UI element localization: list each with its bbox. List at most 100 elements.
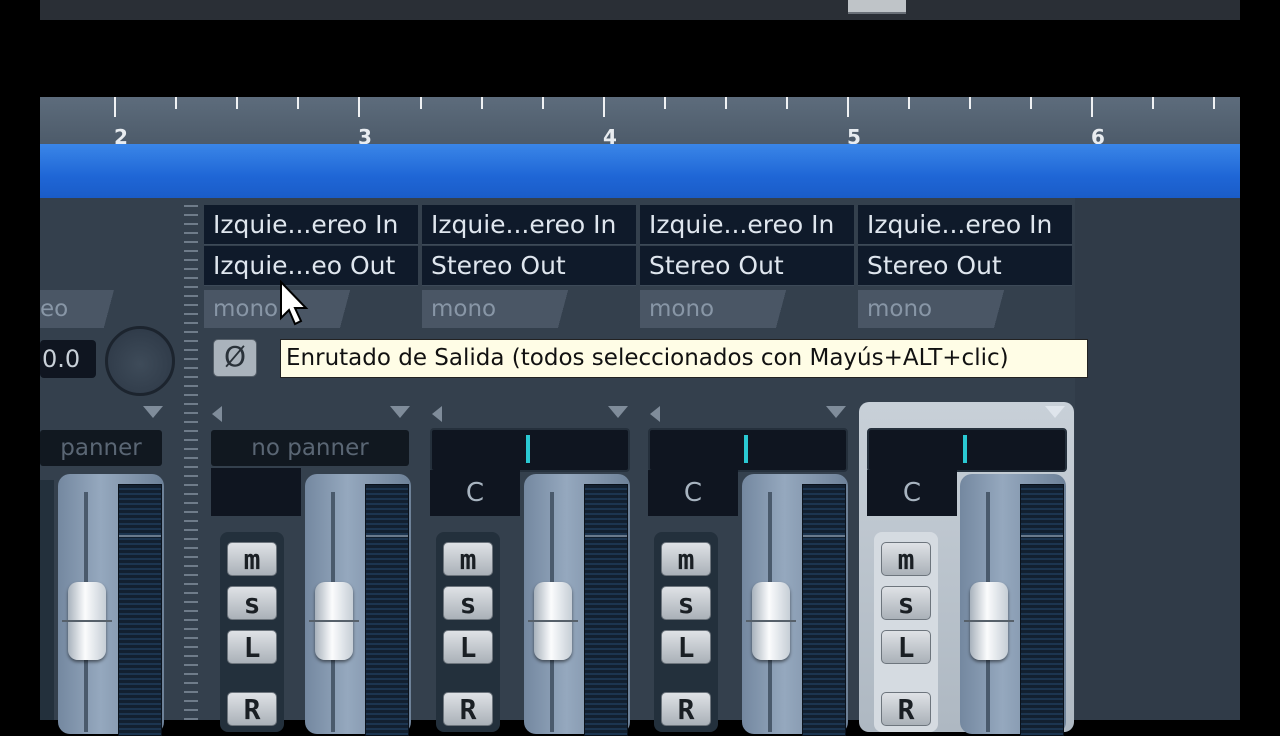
ruler-tick xyxy=(786,97,788,109)
fader-knob[interactable] xyxy=(746,582,796,660)
value-display[interactable]: 0.0 xyxy=(40,340,96,378)
level-meter xyxy=(584,484,628,736)
read-button[interactable]: R xyxy=(443,692,493,726)
panner-label: panner xyxy=(40,430,162,466)
pan-cursor xyxy=(526,435,530,463)
volume-fader[interactable] xyxy=(305,474,411,736)
dropdown-arrow-icon[interactable] xyxy=(608,406,628,418)
solo-button[interactable]: s xyxy=(227,586,277,620)
mono-label: mono xyxy=(422,290,590,328)
read-button[interactable]: R xyxy=(227,692,277,726)
listen-button[interactable]: L xyxy=(881,630,931,664)
level-meter xyxy=(118,484,162,736)
phase-invert-button[interactable]: Ø xyxy=(213,339,257,377)
fader-knob[interactable] xyxy=(964,582,1014,660)
timeline-ruler[interactable]: 2 3 4 5 6 xyxy=(40,97,1240,144)
pan-knob[interactable] xyxy=(105,326,175,396)
mute-button[interactable]: m xyxy=(227,542,277,576)
arrow-left-icon[interactable] xyxy=(432,406,442,422)
ruler-tick xyxy=(1213,97,1215,109)
pan-readout xyxy=(211,468,301,516)
solo-button[interactable]: s xyxy=(881,586,931,620)
input-routing-field[interactable]: Izquie...ereo In xyxy=(204,205,418,245)
ruler-tick xyxy=(847,97,849,117)
mouse-cursor-icon xyxy=(280,280,309,326)
solo-button[interactable]: s xyxy=(661,586,711,620)
level-meter xyxy=(365,484,409,736)
top-toolbar xyxy=(40,0,1240,20)
ruler-number: 5 xyxy=(847,125,861,144)
dropdown-arrow-icon[interactable] xyxy=(390,406,410,418)
ruler-number: 6 xyxy=(1091,125,1105,144)
mono-label: mono xyxy=(640,290,808,328)
cycle-range-bar[interactable] xyxy=(40,144,1240,198)
volume-fader[interactable] xyxy=(58,474,164,736)
ruler-tick xyxy=(1091,97,1093,117)
mute-button[interactable]: m xyxy=(661,542,711,576)
output-routing-field[interactable]: Stereo Out xyxy=(640,246,854,286)
ruler-tick xyxy=(114,97,116,117)
ruler-tick xyxy=(297,97,299,109)
ruler-tick xyxy=(481,97,483,109)
pan-slider[interactable] xyxy=(867,428,1067,472)
mute-button[interactable]: m xyxy=(443,542,493,576)
arrow-left-icon[interactable] xyxy=(212,406,222,422)
dropdown-arrow-icon[interactable] xyxy=(1045,406,1065,418)
fader-knob[interactable] xyxy=(309,582,359,660)
listen-button[interactable]: L xyxy=(443,630,493,664)
fader-knob[interactable] xyxy=(62,582,112,660)
ruler-tick xyxy=(664,97,666,109)
routing-tooltip: Enrutado de Salida (todos seleccionados … xyxy=(280,339,1088,378)
mixer-empty-area xyxy=(1075,198,1240,720)
read-button[interactable]: R xyxy=(661,692,711,726)
empty-area xyxy=(40,20,1240,97)
solo-button[interactable]: s xyxy=(443,586,493,620)
output-routing-field[interactable]: Stereo Out xyxy=(858,246,1072,286)
level-meter xyxy=(1020,484,1064,736)
ruler-number: 3 xyxy=(358,125,372,144)
mono-label: eo xyxy=(40,290,120,328)
fader-knob[interactable] xyxy=(528,582,578,660)
pan-slider[interactable] xyxy=(430,428,630,472)
read-button[interactable]: R xyxy=(881,692,931,726)
input-routing-field[interactable]: Izquie...ereo In xyxy=(422,205,636,245)
left-border xyxy=(0,0,40,720)
pan-cursor xyxy=(744,435,748,463)
ruler-tick xyxy=(236,97,238,109)
listen-button[interactable]: L xyxy=(227,630,277,664)
channel-buttons: m s L R xyxy=(220,532,284,732)
ruler-number: 4 xyxy=(603,125,617,144)
volume-fader[interactable] xyxy=(524,474,630,736)
output-routing-field[interactable]: Izquie...eo Out xyxy=(204,246,418,286)
ruler-tick xyxy=(420,97,422,109)
arrow-left-icon[interactable] xyxy=(650,406,660,422)
dropdown-arrow-icon[interactable] xyxy=(143,406,163,418)
ruler-tick xyxy=(969,97,971,109)
ruler-tick xyxy=(725,97,727,109)
pan-readout: C xyxy=(430,470,520,516)
output-routing-field[interactable]: Stereo Out xyxy=(422,246,636,286)
volume-fader[interactable] xyxy=(960,474,1066,736)
input-routing-field[interactable]: Izquie...ereo In xyxy=(640,205,854,245)
dropdown-arrow-icon[interactable] xyxy=(826,406,846,418)
channel-buttons: m s L R xyxy=(654,532,718,732)
mute-button[interactable]: m xyxy=(881,542,931,576)
pan-slider[interactable] xyxy=(648,428,848,472)
pan-cursor xyxy=(963,435,967,463)
input-routing-field[interactable]: Izquie...ereo In xyxy=(858,205,1072,245)
ruler-number: 2 xyxy=(114,125,128,144)
right-border xyxy=(1240,0,1280,720)
pan-readout: C xyxy=(648,470,738,516)
channel-buttons: m s L R xyxy=(436,532,500,732)
ruler-tick xyxy=(1152,97,1154,109)
ruler-tick xyxy=(603,97,605,117)
channel-buttons: m s L R xyxy=(874,532,938,732)
toolbar-handle[interactable] xyxy=(848,0,906,14)
panner-label: no panner xyxy=(211,430,409,466)
volume-fader[interactable] xyxy=(742,474,848,736)
ruler-tick xyxy=(175,97,177,109)
channel-partial xyxy=(40,480,54,720)
ruler-tick xyxy=(542,97,544,109)
listen-button[interactable]: L xyxy=(661,630,711,664)
level-meter xyxy=(802,484,846,736)
